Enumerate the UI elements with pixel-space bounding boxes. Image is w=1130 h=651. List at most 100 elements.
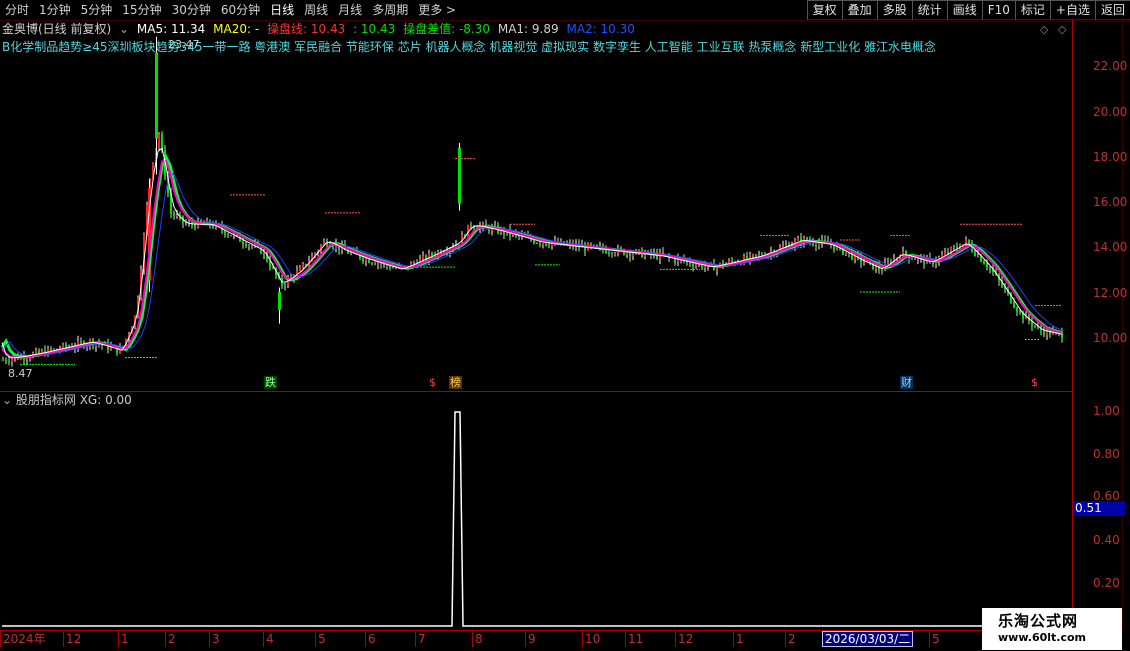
date-tick <box>733 631 734 647</box>
candle-body <box>194 224 196 228</box>
date-label: 1 <box>121 632 129 646</box>
xg-indicator <box>2 411 1070 627</box>
high-price-label: 23.47 <box>168 38 200 51</box>
indicator-tick: 0.80 <box>1093 447 1120 461</box>
date-tick <box>525 631 526 647</box>
indicator-tick: 1.00 <box>1093 404 1120 418</box>
rank-marker[interactable]: 榜 <box>449 376 462 389</box>
date-tick <box>625 631 626 647</box>
candle-body <box>392 267 394 269</box>
date-tick <box>209 631 210 647</box>
date-label: 9 <box>528 632 536 646</box>
candle-body <box>941 254 943 257</box>
candle-body <box>746 256 748 260</box>
date-label: 4 <box>266 632 274 646</box>
indicator-title: ⌄ 股朋指标网 XG: 0.00 <box>2 393 132 407</box>
candle-body <box>944 252 946 255</box>
candle-body <box>986 264 988 268</box>
candle-body <box>173 213 175 216</box>
dollar-marker[interactable]: $ <box>428 376 437 389</box>
candle-body <box>545 243 547 246</box>
candle-body <box>248 245 250 247</box>
candle-body <box>284 285 286 287</box>
date-label: 6 <box>368 632 376 646</box>
date-tick <box>472 631 473 647</box>
candle-body <box>374 263 376 265</box>
candle-body <box>914 258 916 260</box>
candle-body <box>365 258 367 261</box>
candle-body <box>692 264 694 267</box>
candle-body <box>1046 329 1048 335</box>
candle-body <box>542 243 544 245</box>
date-label: 11 <box>628 632 644 646</box>
candle-body <box>695 264 697 267</box>
candle-body <box>302 263 304 268</box>
candle-body <box>482 223 484 226</box>
candle-body <box>1013 302 1015 308</box>
panel-divider <box>0 391 1073 392</box>
candle-body <box>1043 330 1045 335</box>
date-label: 7 <box>418 632 426 646</box>
date-label: 12 <box>66 632 82 646</box>
date-tick <box>315 631 316 647</box>
date-tick <box>929 631 930 647</box>
candle-body <box>539 243 541 245</box>
candle-body <box>881 269 883 271</box>
candle-body <box>758 254 760 256</box>
date-label: 2 <box>168 632 176 646</box>
candle-body <box>815 244 817 247</box>
candle-body <box>377 263 379 265</box>
candle-body <box>80 340 82 343</box>
date-label: 10 <box>585 632 601 646</box>
date-tick <box>263 631 264 647</box>
candle-body <box>845 252 847 255</box>
candle-body <box>626 252 628 255</box>
date-tick <box>365 631 366 647</box>
candle-body <box>953 247 955 249</box>
candle-body <box>362 258 364 261</box>
price-tick: 10.00 <box>1093 331 1128 345</box>
price-tick: 20.00 <box>1093 105 1128 119</box>
candle-body <box>176 215 178 217</box>
date-tick <box>63 631 64 647</box>
candle-body <box>752 254 754 256</box>
candle-body <box>224 230 226 235</box>
date-label: 2024年 <box>3 632 46 646</box>
candle-body <box>2 359 4 361</box>
candle-body <box>251 245 253 247</box>
price-tick: 14.00 <box>1093 240 1128 254</box>
cursor-value-badge: 0.51 <box>1073 501 1125 516</box>
current-date-badge: 2026/03/03/二 <box>822 631 914 647</box>
candle-body <box>1019 311 1021 313</box>
candle-body <box>548 245 550 247</box>
date-tick <box>785 631 786 647</box>
candle-body <box>638 249 640 251</box>
low-price-label: 8.47 <box>8 367 33 380</box>
candle-body <box>983 261 985 265</box>
candle-body <box>704 266 706 268</box>
candle-body <box>26 358 28 360</box>
indicator-title-text: 股朋指标网 XG: 0.00 <box>15 393 132 407</box>
kline-chart <box>0 36 1070 627</box>
candle-body <box>11 358 13 363</box>
candle-body <box>536 243 538 245</box>
dollar-marker[interactable]: $ <box>1030 376 1039 389</box>
candle-body <box>470 224 472 227</box>
candle-body <box>290 276 292 278</box>
finance-marker[interactable]: 财 <box>900 376 913 389</box>
candle-body <box>278 292 281 311</box>
candle-body <box>887 261 889 263</box>
candle-body <box>242 241 244 244</box>
date-label: 5 <box>318 632 326 646</box>
candle-body <box>245 243 247 247</box>
date-label: 2 <box>788 632 796 646</box>
candle-body <box>299 267 301 271</box>
fall-marker[interactable]: 跌 <box>264 376 277 389</box>
candle-body <box>8 361 10 363</box>
candle-body <box>629 252 631 257</box>
candle-body <box>158 134 160 149</box>
price-tick: 18.00 <box>1093 150 1128 164</box>
chevron-down-icon[interactable]: ⌄ <box>2 393 12 407</box>
candle-body <box>431 253 433 257</box>
date-label: 12 <box>678 632 694 646</box>
